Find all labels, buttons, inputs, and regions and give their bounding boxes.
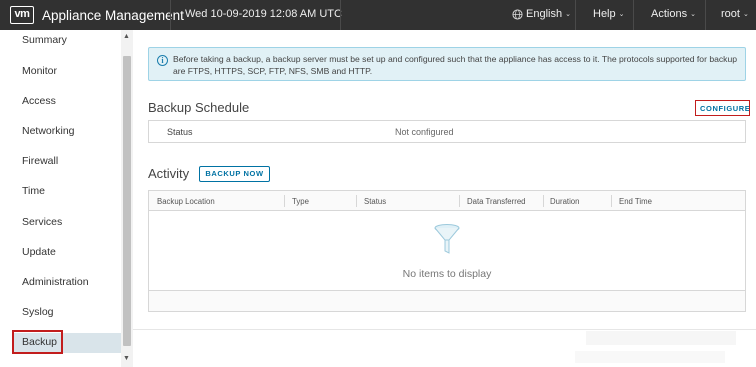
header-divider (340, 0, 341, 30)
chevron-down-icon: ⌄ (565, 11, 571, 18)
sidebar-item-firewall[interactable]: Firewall (22, 155, 58, 167)
blurred-region (586, 331, 736, 345)
column-separator[interactable] (284, 195, 285, 207)
column-header-type[interactable]: Type (292, 197, 309, 206)
scroll-thumb[interactable] (123, 56, 131, 346)
datagrid-footer (149, 290, 745, 311)
content-divider (133, 329, 756, 330)
sidebar-item-time[interactable]: Time (22, 185, 45, 197)
app-title: Appliance Management (42, 7, 184, 23)
info-icon: i (157, 55, 168, 66)
sidebar-item-monitor[interactable]: Monitor (22, 65, 57, 77)
sidebar-item-access[interactable]: Access (22, 95, 56, 107)
highlight-annotation-box (695, 100, 750, 116)
language-menu[interactable]: English ⌄ (512, 8, 571, 20)
column-header-backup-location[interactable]: Backup Location (157, 197, 215, 206)
column-separator[interactable] (459, 195, 460, 207)
highlight-annotation-box (12, 330, 63, 354)
scroll-down-arrow-icon[interactable]: ▼ (123, 355, 130, 362)
sidebar-item-summary[interactable]: Summary (22, 34, 67, 46)
user-label: root (721, 8, 740, 20)
user-menu[interactable]: root ⌄ (721, 8, 749, 20)
sidebar-scrollbar[interactable]: ▲ ▼ (121, 30, 133, 367)
backup-schedule-card: Status Not configured (148, 120, 746, 143)
header-datetime: Wed 10-09-2019 12:08 AM UTC (185, 8, 342, 20)
language-label: English (526, 8, 563, 20)
backup-now-button[interactable]: BACKUP NOW (199, 166, 270, 182)
column-header-duration[interactable]: Duration (550, 197, 579, 206)
column-separator[interactable] (543, 195, 544, 207)
column-header-end-time[interactable]: End Time (619, 197, 652, 206)
chevron-down-icon: ⌄ (618, 11, 625, 18)
sidebar-item-syslog[interactable]: Syslog (22, 306, 54, 318)
header-divider (575, 0, 576, 30)
help-label: Help (593, 8, 616, 20)
sidebar-item-networking[interactable]: Networking (22, 125, 75, 137)
activity-title: Activity (148, 166, 190, 181)
actions-label: Actions (651, 8, 688, 20)
header-divider (633, 0, 634, 30)
header-divider (170, 0, 171, 30)
scroll-up-arrow-icon[interactable]: ▲ (123, 33, 130, 40)
chevron-down-icon: ⌄ (690, 11, 696, 18)
sidebar-item-update[interactable]: Update (22, 246, 56, 258)
header-divider (705, 0, 706, 30)
blurred-region (575, 351, 725, 363)
status-label: Status (167, 127, 193, 137)
column-header-data-transferred[interactable]: Data Transferred (467, 197, 526, 206)
info-alert-text: Before taking a backup, a backup server … (173, 54, 738, 76)
backup-schedule-title: Backup Schedule (148, 100, 250, 115)
column-header-status[interactable]: Status (364, 197, 386, 206)
sidebar-item-administration[interactable]: Administration (22, 276, 89, 288)
empty-funnel-icon (434, 224, 460, 254)
chevron-down-icon: ⌄ (742, 11, 749, 18)
status-value: Not configured (395, 127, 454, 137)
sidebar-nav: Summary Monitor Access Networking Firewa… (0, 30, 133, 367)
activity-datagrid: Backup Location Type Status Data Transfe… (148, 190, 746, 312)
empty-state-text: No items to display (402, 268, 492, 280)
globe-icon (512, 8, 523, 20)
top-header: vm Appliance Management Wed 10-09-2019 1… (0, 0, 756, 30)
datagrid-header: Backup Location Type Status Data Transfe… (149, 191, 745, 211)
column-separator[interactable] (611, 195, 612, 207)
help-menu[interactable]: Help ⌄ (593, 8, 625, 20)
column-separator[interactable] (356, 195, 357, 207)
sidebar-item-services[interactable]: Services (22, 216, 62, 228)
vmware-logo: vm (10, 6, 34, 24)
actions-menu[interactable]: Actions ⌄ (651, 8, 696, 20)
info-alert: i Before taking a backup, a backup serve… (148, 47, 746, 81)
